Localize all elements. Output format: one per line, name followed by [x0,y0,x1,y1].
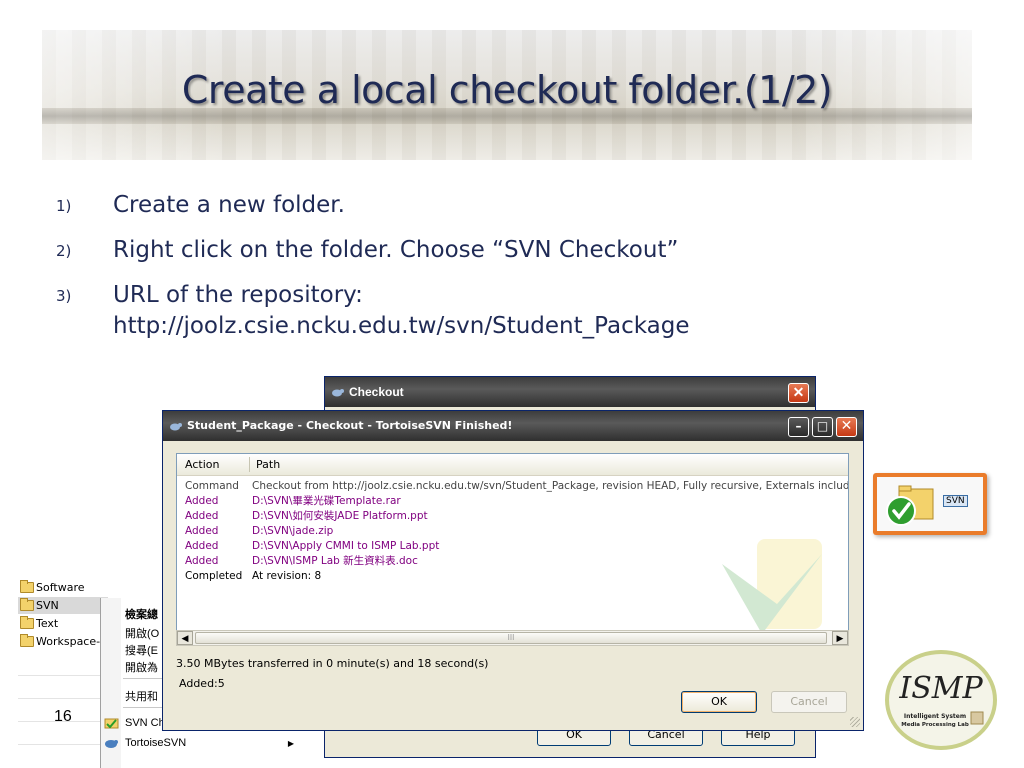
menu-item-open-as[interactable]: 開啟為 [125,659,158,675]
folder-icon [20,580,34,593]
svn-folder-icon [886,485,934,526]
bullet-text: Right click on the folder. Choose “SVN C… [113,237,679,263]
row-action: Completed [185,570,243,582]
menu-item-svn-checkout[interactable]: SVN Ch [125,717,165,729]
folder-icon [20,598,34,611]
folder-label: Text [36,617,59,630]
tortoise-icon [105,740,118,748]
row-path: D:\SVN\畢業光碟Template.rar [252,495,401,507]
minimize-button[interactable]: – [788,417,809,437]
list-row[interactable]: Added D:\SVN\jade.zip [177,524,848,539]
bullet-number: 3) [56,287,72,305]
column-header-path[interactable]: Path [256,458,280,471]
row-action: Added [185,495,219,507]
repository-url: http://joolz.csie.ncku.edu.tw/svn/Studen… [113,313,690,339]
folder-label: Software [36,581,85,594]
menu-item-search[interactable]: 搜尋(E [125,642,158,658]
row-action: Added [185,510,219,522]
row-action: Added [185,555,219,567]
horizontal-scrollbar[interactable]: ◀ III ▶ [176,630,849,646]
progress-titlebar[interactable]: Student_Package - Checkout - TortoiseSVN… [163,411,863,441]
folder-item-workspace[interactable]: Workspace- [18,633,100,650]
scroll-thumb[interactable]: III [195,632,827,644]
bullet-item: 1) Create a new folder. [56,190,956,221]
svg-text:ISMP: ISMP [898,671,983,706]
menu-item-checkout[interactable]: 檢案總 [125,606,158,622]
close-button[interactable]: ✕ [836,417,857,437]
list-row[interactable]: Added D:\SVN\ISMP Lab 新生資料表.doc [177,554,848,569]
close-button[interactable]: ✕ [788,383,809,403]
folder-label: Workspace- [36,635,101,648]
bullet-text: Create a new folder. [113,192,345,218]
list-row[interactable]: Added D:\SVN\Apply CMMI to ISMP Lab.ppt [177,539,848,554]
progress-title: Student_Package - Checkout - TortoiseSVN… [187,419,513,432]
folder-item-svn[interactable]: SVN [18,597,108,614]
row-action: Added [185,540,219,552]
added-count: Added:5 [179,677,225,690]
list-row[interactable]: Command Checkout from http://joolz.csie.n… [177,479,848,494]
bullet-item: 3) URL of the repository: http://joolz.c… [56,280,956,342]
tortoise-icon [170,423,182,431]
bullet-number: 1) [56,197,72,215]
row-action: Added [185,525,219,537]
progress-dialog: Student_Package - Checkout - TortoiseSVN… [162,410,864,731]
row-action: Command [185,480,239,492]
list-header: Action Path [177,454,848,476]
svn-folder-thumbnail: SVN [873,473,987,535]
scroll-right-icon[interactable]: ▶ [832,631,848,645]
ismp-lab-logo: ISMP Intelligent System Media Processing… [885,650,997,750]
menu-item-tortoisesvn[interactable]: TortoiseSVN [125,737,186,749]
cancel-button[interactable]: Cancel [771,691,847,713]
maximize-button[interactable]: □ [812,417,833,437]
bullet-item: 2) Right click on the folder. Choose “SV… [56,235,956,266]
folder-icon [20,634,34,647]
row-path: D:\SVN\jade.zip [252,525,334,537]
transfer-status: 3.50 MBytes transferred in 0 minute(s) a… [176,657,489,670]
folder-item-software[interactable]: Software [18,579,85,596]
bullet-text: URL of the repository: [113,282,363,308]
tortoise-icon [332,389,344,397]
folder-icon [20,616,34,629]
row-path: At revision: 8 [252,570,322,582]
menu-item-open[interactable]: 開啟(O [125,625,159,641]
svn-checkout-icon [104,718,119,729]
row-path: D:\SVN\ISMP Lab 新生資料表.doc [252,555,418,567]
checkout-titlebar[interactable]: Checkout ✕ [325,377,815,407]
list-row[interactable]: Completed At revision: 8 [177,569,848,584]
row-path: D:\SVN\Apply CMMI to ISMP Lab.ppt [252,540,440,552]
folder-item-text[interactable]: Text [18,615,58,632]
action-list[interactable]: Action Path Command Checkout from http://… [176,453,849,645]
scroll-left-icon[interactable]: ◀ [177,631,193,645]
checkout-title: Checkout [349,385,404,399]
row-path: D:\SVN\如何安裝JADE Platform.ppt [252,510,428,522]
list-row[interactable]: Added D:\SVN\如何安裝JADE Platform.ppt [177,509,848,524]
svg-text:Media Processing Lab: Media Processing Lab [901,722,969,728]
column-header-action[interactable]: Action [185,458,219,471]
submenu-arrow-icon: ▶ [287,739,294,748]
bullet-list: 1) Create a new folder. 2) Right click o… [56,190,956,356]
bullet-number: 2) [56,242,72,260]
ok-button[interactable]: OK [681,691,757,713]
row-path: Checkout from http://joolz.csie.ncku.edu… [252,480,849,492]
folder-label: SVN [36,599,59,612]
list-row[interactable]: Added D:\SVN\畢業光碟Template.rar [177,494,848,509]
svn-folder-label: SVN [943,495,968,507]
menu-item-share[interactable]: 共用和 [125,688,158,704]
svg-text:Intelligent System: Intelligent System [904,713,966,720]
slide-title: Create a local checkout folder.(1/2) [181,68,833,112]
resize-grip[interactable] [850,717,860,727]
page-number: 16 [54,708,72,725]
